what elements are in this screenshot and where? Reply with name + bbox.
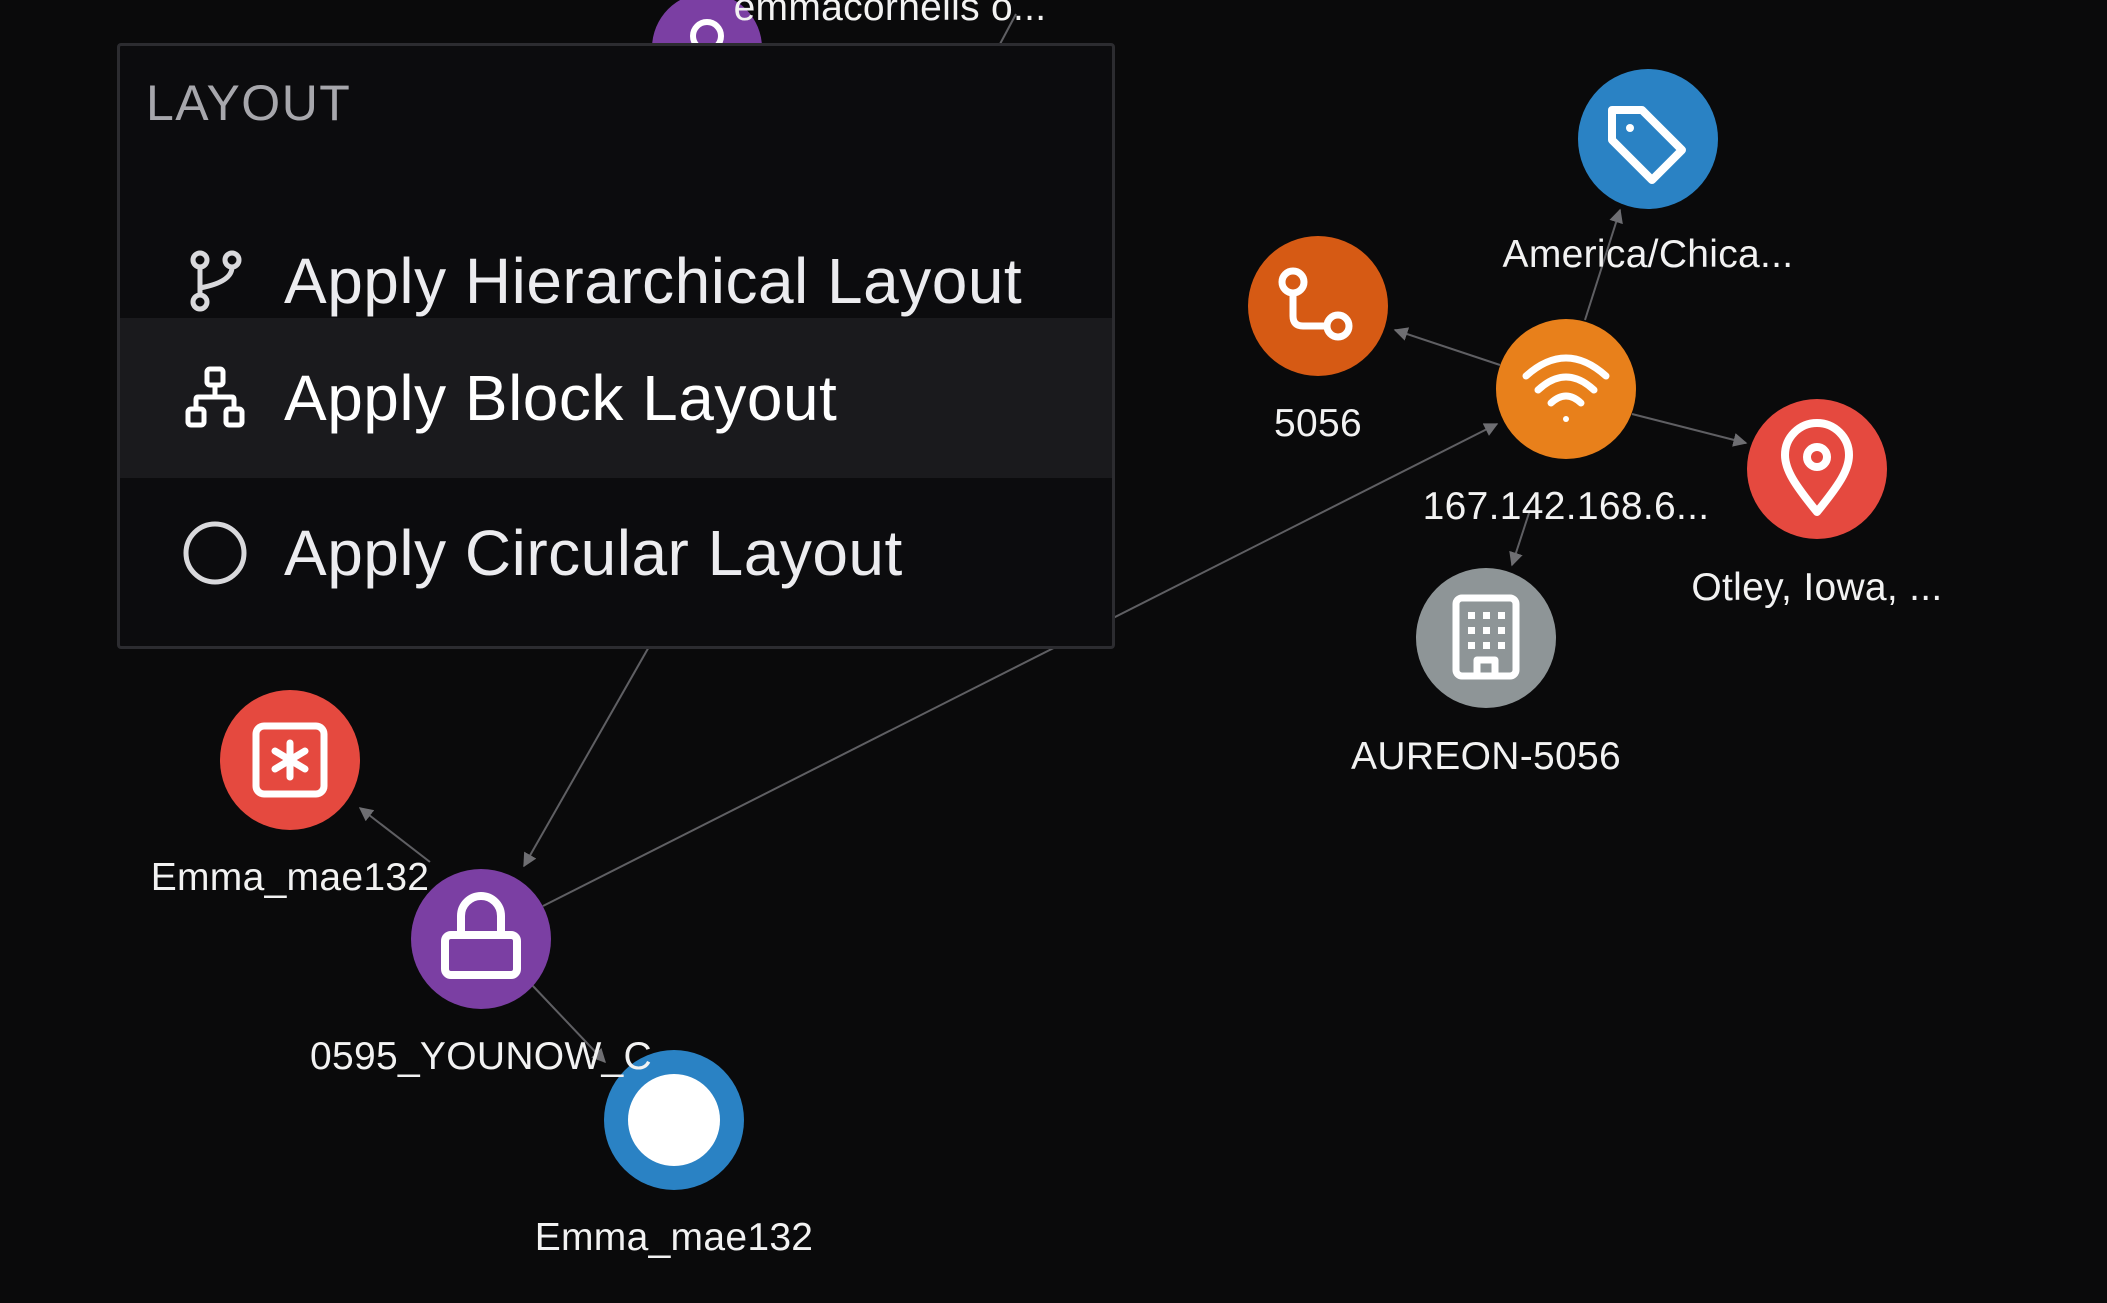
layout-menu: LAYOUT Apply Hierarchical Layout Apply B… — [117, 43, 1115, 649]
node-ip[interactable] — [1496, 319, 1636, 459]
node-org[interactable] — [1416, 568, 1556, 708]
node-label-user2: Emma_mae132 — [534, 1216, 814, 1259]
node-account[interactable] — [220, 690, 360, 830]
menu-item-block-layout[interactable]: Apply Block Layout — [120, 318, 1112, 478]
edge-pwd-account — [358, 807, 431, 863]
node-label-account: Emma_mae132 — [150, 856, 430, 899]
sitemap-icon — [185, 366, 245, 428]
node-location[interactable] — [1747, 399, 1887, 539]
node-label-timezone: America/Chica... — [1502, 233, 1794, 276]
menu-item-label: Apply Circular Layout — [284, 517, 903, 589]
node-label-org: AUREON-5056 — [1351, 735, 1621, 778]
node-label-asn: 5056 — [1274, 402, 1362, 445]
edge-top-pwd — [523, 644, 651, 868]
menu-item-circular-layout[interactable]: Apply Circular Layout — [120, 478, 1112, 628]
node-label-password: 0595_YOUNOW_C — [309, 1035, 653, 1078]
git-branch-icon — [190, 250, 242, 312]
node-label-ip: 167.142.168.6... — [1422, 485, 1710, 528]
edge-ip-asn — [1393, 327, 1501, 366]
node-timezone[interactable] — [1578, 69, 1718, 209]
menu-item-label: Apply Block Layout — [284, 362, 838, 434]
node-asn[interactable] — [1248, 236, 1388, 376]
node-password[interactable] — [411, 869, 551, 1009]
node-label-location: Otley, Iowa, ... — [1691, 566, 1943, 609]
circle-icon — [628, 1074, 720, 1166]
menu-title: LAYOUT — [146, 75, 352, 131]
node-label-emma-top: emmacornelis o... — [733, 0, 1047, 29]
edge-ip-location — [1631, 413, 1748, 447]
circle-icon — [183, 521, 247, 585]
menu-item-label: Apply Hierarchical Layout — [284, 245, 1023, 317]
